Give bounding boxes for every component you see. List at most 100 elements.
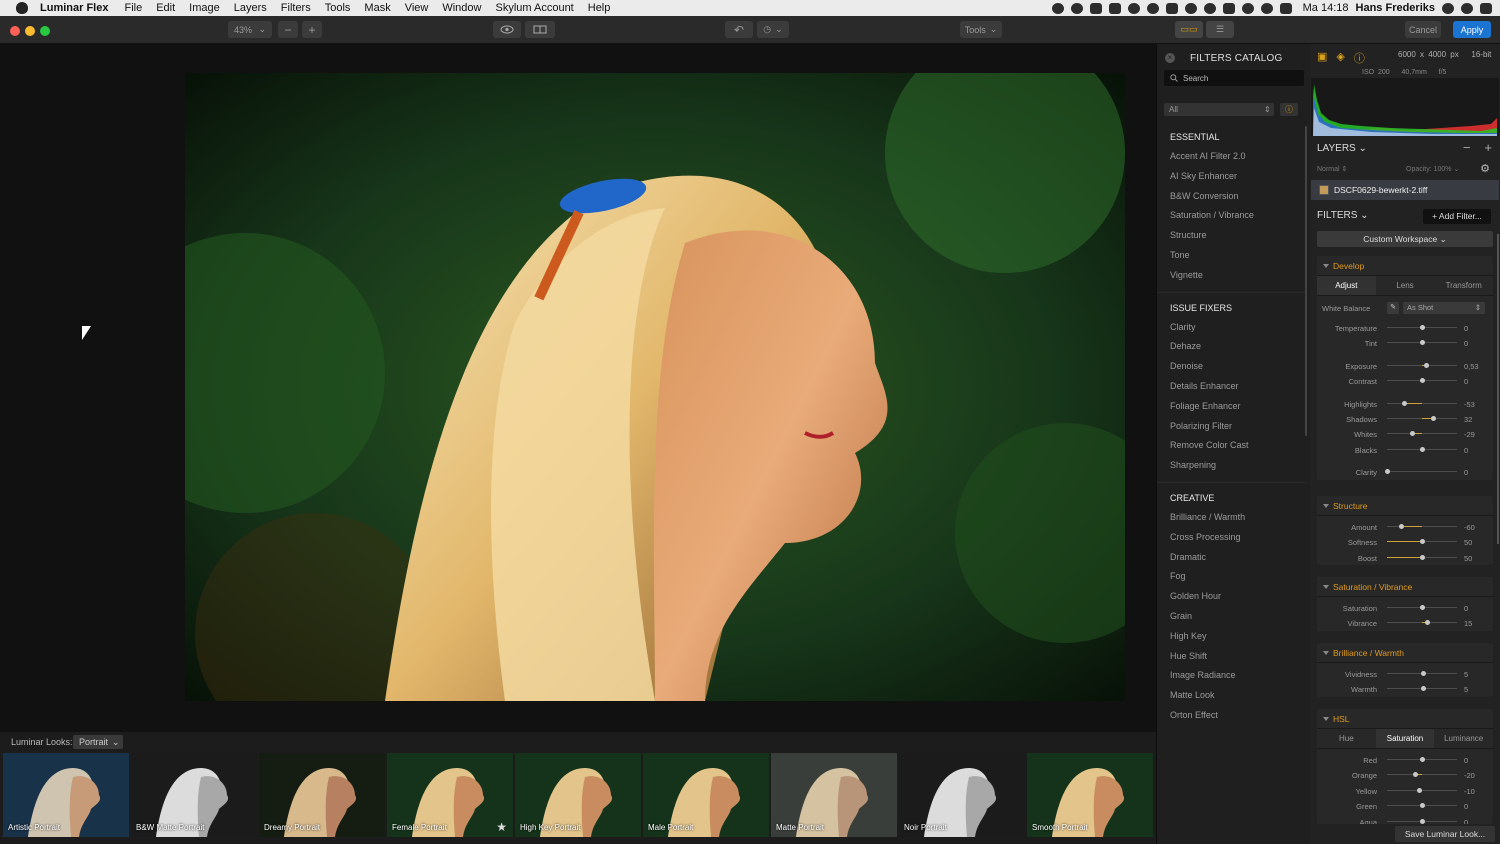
menu-mask[interactable]: Mask <box>364 2 390 14</box>
slider-track[interactable] <box>1387 340 1457 346</box>
catalog-filter-item[interactable]: Polarizing Filter <box>1170 417 1307 437</box>
slider-track[interactable] <box>1387 772 1457 778</box>
image-canvas[interactable] <box>0 44 1156 732</box>
look-thumbnail[interactable]: Matte Portrait <box>771 753 897 837</box>
menu-image[interactable]: Image <box>189 2 220 14</box>
brilliance-header[interactable]: Brilliance / Warmth <box>1317 643 1493 663</box>
menu-skylum-account[interactable]: Skylum Account <box>495 2 573 14</box>
info-icon[interactable]: ⓘ <box>1280 103 1298 116</box>
catalog-search-input[interactable]: Search <box>1164 70 1304 86</box>
slider-track[interactable] <box>1387 620 1457 626</box>
layers-header[interactable]: LAYERS ⌄ <box>1317 143 1367 154</box>
catalog-filter-item[interactable]: Dehaze <box>1170 337 1307 357</box>
layer-row[interactable]: DSCF0629-bewerkt-2.tiff <box>1311 180 1499 200</box>
upload-cloud-icon[interactable] <box>1184 2 1197 14</box>
slider-knob[interactable] <box>1413 772 1418 778</box>
gear-icon[interactable]: ⚙ <box>1480 162 1490 175</box>
develop-header[interactable]: Develop <box>1317 256 1493 276</box>
slider-track[interactable] <box>1387 554 1457 560</box>
slider-track[interactable] <box>1387 431 1457 437</box>
catalog-filter-item[interactable]: Matte Look <box>1170 686 1307 706</box>
preview-eye-button[interactable] <box>493 21 521 38</box>
slider-knob[interactable] <box>1399 524 1404 529</box>
slider-knob[interactable] <box>1410 431 1416 437</box>
menu-filters[interactable]: Filters <box>281 2 311 14</box>
look-thumbnail[interactable]: Noir Portrait <box>899 753 1025 837</box>
eyedropper-icon[interactable]: ✎ <box>1387 302 1399 314</box>
menu-edit[interactable]: Edit <box>156 2 175 14</box>
cloud-icon[interactable] <box>1089 2 1102 14</box>
layers-icon[interactable]: ◈ <box>1336 50 1344 66</box>
catalog-filter-item[interactable]: Dramatic <box>1170 548 1307 568</box>
catalog-filter-item[interactable]: Sharpening <box>1170 456 1307 476</box>
minimize-window-button[interactable] <box>25 26 35 36</box>
creative-cloud-icon[interactable] <box>1070 2 1083 14</box>
workspace-select[interactable]: Custom Workspace ⌄ <box>1317 231 1493 247</box>
slider-track[interactable] <box>1387 446 1457 452</box>
catalog-filter-item[interactable]: Fog <box>1170 567 1307 587</box>
menu-file[interactable]: File <box>124 2 142 14</box>
slider-knob[interactable] <box>1420 554 1425 560</box>
apply-button[interactable]: Apply <box>1453 21 1491 38</box>
tab-adjust[interactable]: Adjust <box>1317 276 1376 295</box>
panel-scrollbar[interactable] <box>1497 234 1499 544</box>
slider-knob[interactable] <box>1420 446 1425 452</box>
slider-track[interactable] <box>1387 757 1457 762</box>
slider-track[interactable] <box>1387 415 1457 421</box>
history-button[interactable]: ◷ ⌄ <box>757 21 789 38</box>
slider-knob[interactable] <box>1423 362 1429 368</box>
slider-track[interactable] <box>1387 378 1457 384</box>
spotlight-icon[interactable] <box>1442 2 1454 14</box>
add-layer-button[interactable]: + <box>1484 140 1492 155</box>
slider-track[interactable] <box>1387 362 1457 368</box>
menu-clock[interactable]: Ma 14:18 <box>1303 2 1349 14</box>
look-thumbnail[interactable]: Female Portrait ★ <box>387 753 513 837</box>
catalog-filter-item[interactable]: Tone <box>1170 246 1307 266</box>
catalog-filter-item[interactable]: Vignette <box>1170 266 1307 286</box>
look-thumbnail[interactable]: Artistic Portrait <box>3 753 129 837</box>
status-icon[interactable] <box>1051 2 1064 14</box>
photo-preview[interactable] <box>185 73 1125 701</box>
slider-knob[interactable] <box>1420 325 1425 330</box>
menu-help[interactable]: Help <box>588 2 611 14</box>
menu-tools[interactable]: Tools <box>325 2 351 14</box>
hsl-header[interactable]: HSL <box>1317 709 1493 729</box>
cloud-dark-icon[interactable] <box>1146 2 1159 14</box>
zoom-out-button[interactable]: − <box>278 21 298 38</box>
look-thumbnail[interactable]: Male Portrait <box>643 753 769 837</box>
clock-icon[interactable] <box>1203 2 1216 14</box>
white-balance-select[interactable]: As Shot ⇕ <box>1403 302 1485 314</box>
slider-knob[interactable] <box>1420 605 1425 610</box>
catalog-filter-item[interactable]: Brilliance / Warmth <box>1170 508 1307 528</box>
notification-center-icon[interactable] <box>1480 2 1492 14</box>
slider-knob[interactable] <box>1416 787 1422 793</box>
slider-knob[interactable] <box>1421 686 1427 692</box>
image-icon[interactable]: ▣ <box>1317 50 1327 66</box>
star-icon[interactable]: ★ <box>496 820 507 834</box>
catalog-filter-item[interactable]: Golden Hour <box>1170 587 1307 607</box>
catalog-filter-item[interactable]: Clarity <box>1170 318 1307 338</box>
remove-layer-button[interactable]: − <box>1463 140 1471 155</box>
zoom-select[interactable]: 43% ⌄ <box>228 21 272 38</box>
slider-knob[interactable] <box>1420 539 1425 545</box>
catalog-filter-item[interactable]: Accent AI Filter 2.0 <box>1170 147 1307 167</box>
slider-knob[interactable] <box>1420 757 1425 762</box>
catalog-filter-item[interactable]: Structure <box>1170 226 1307 246</box>
slider-track[interactable] <box>1387 686 1457 692</box>
look-thumbnail[interactable]: B&W Matte Portrait <box>131 753 257 837</box>
tab-saturation[interactable]: Saturation <box>1375 729 1435 748</box>
catalog-filter-item[interactable]: Cross Processing <box>1170 528 1307 548</box>
menu-window[interactable]: Window <box>442 2 481 14</box>
slider-track[interactable] <box>1387 803 1457 809</box>
menu-layers[interactable]: Layers <box>234 2 267 14</box>
slider-track[interactable] <box>1387 539 1457 545</box>
slider-knob[interactable] <box>1385 469 1390 475</box>
zoom-window-button[interactable] <box>40 26 50 36</box>
catalog-filter-item[interactable]: Image Radiance <box>1170 666 1307 686</box>
tab-hue[interactable]: Hue <box>1317 729 1376 748</box>
catalog-filter-item[interactable]: Details Enhancer <box>1170 377 1307 397</box>
compare-button[interactable] <box>525 21 555 38</box>
tab-transform[interactable]: Transform <box>1434 276 1493 295</box>
battery-icon[interactable] <box>1279 2 1292 14</box>
catalog-filter-item[interactable]: Remove Color Cast <box>1170 436 1307 456</box>
